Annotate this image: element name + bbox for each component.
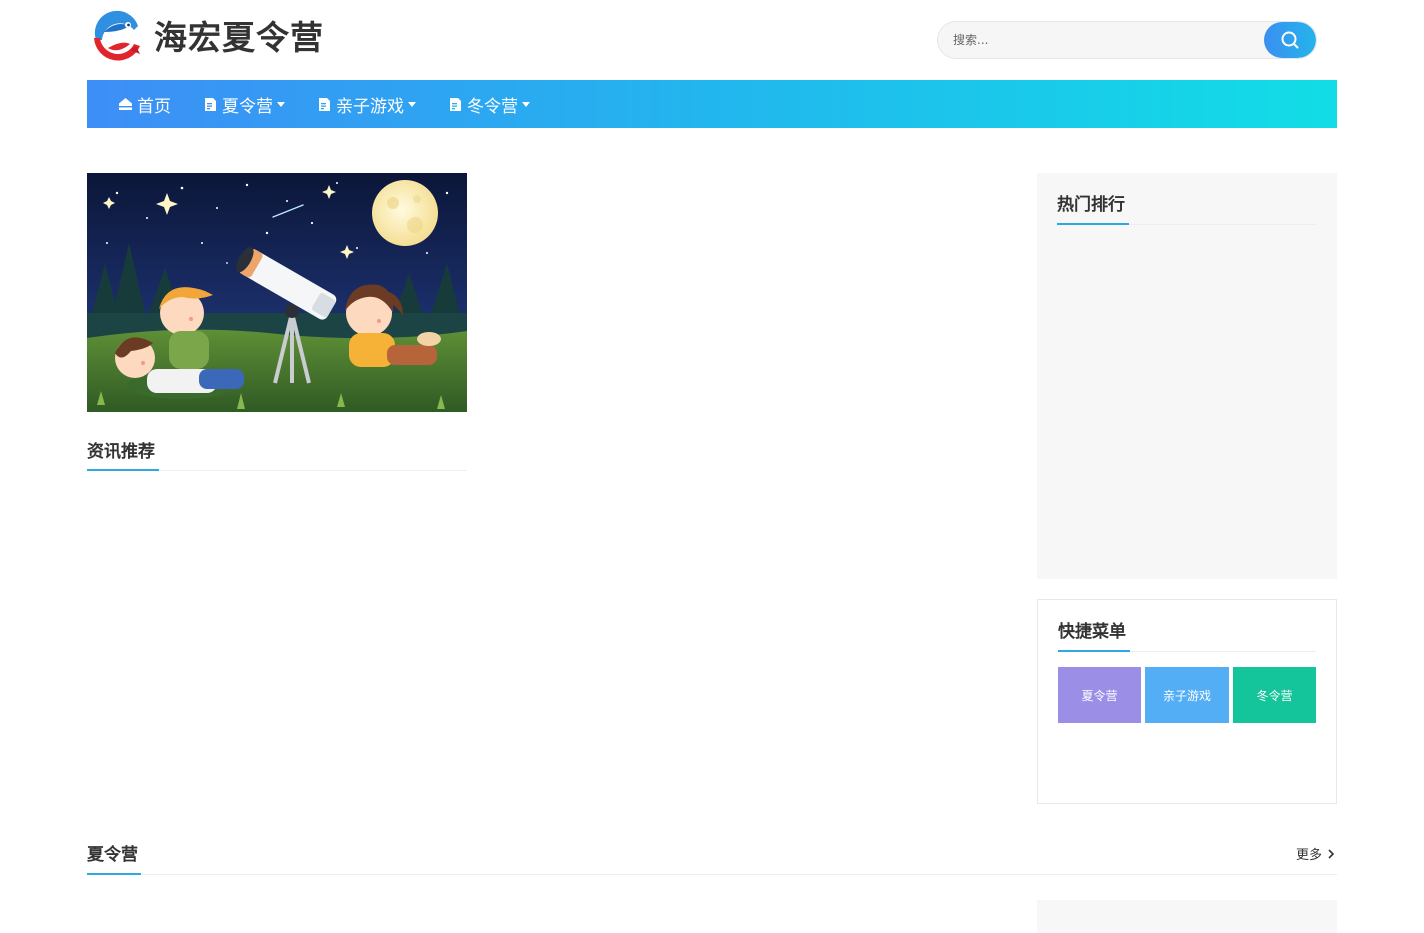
chevron-right-icon — [1328, 848, 1335, 859]
document-icon — [319, 97, 330, 111]
nav-item-family-games[interactable]: 亲子游戏 — [317, 80, 416, 128]
nav-item-summer-camp[interactable]: 夏令营 — [203, 80, 285, 128]
quick-menu-summer-camp[interactable]: 夏令营 — [1058, 667, 1141, 723]
nav-item-home[interactable]: 首页 — [118, 80, 171, 128]
document-icon — [205, 97, 216, 111]
site-logo[interactable]: 海宏夏令营 — [90, 10, 324, 66]
hot-ranking-panel: 热门排行 — [1037, 173, 1337, 579]
caret-down-icon — [408, 101, 416, 107]
nav-item-label: 夏令营 — [222, 96, 273, 117]
nav-item-label: 亲子游戏 — [336, 96, 404, 117]
main-nav: 首页 夏令营 亲子游戏 冬令营 — [87, 80, 1337, 128]
more-link-label: 更多 — [1296, 848, 1323, 863]
search-box — [937, 21, 1317, 59]
nav-item-winter-camp[interactable]: 冬令营 — [448, 80, 530, 128]
search-button[interactable] — [1264, 22, 1316, 58]
sidebar-panel — [1037, 900, 1337, 933]
search-icon — [1281, 31, 1299, 49]
quick-menu-panel: 快捷菜单 夏令营 亲子游戏 冬令营 — [1037, 599, 1337, 804]
night-sky-telescope-illustration — [87, 173, 467, 412]
quick-menu-title: 快捷菜单 — [1058, 622, 1126, 642]
nav-item-label: 冬令营 — [467, 96, 518, 117]
quick-menu-winter-camp[interactable]: 冬令营 — [1233, 667, 1316, 723]
site-name: 海宏夏令营 — [154, 18, 324, 57]
section-divider — [87, 874, 1337, 875]
nav-item-label: 首页 — [137, 96, 171, 117]
recommend-title: 资讯推荐 — [87, 442, 155, 462]
fish-logo-icon — [91, 10, 145, 65]
search-input[interactable] — [938, 22, 1266, 58]
hot-ranking-title: 热门排行 — [1057, 195, 1125, 215]
quick-menu-family-games[interactable]: 亲子游戏 — [1145, 667, 1229, 723]
caret-down-icon — [522, 101, 530, 107]
section-accent-bar — [1058, 650, 1130, 652]
document-icon — [450, 97, 461, 111]
category-title: 夏令营 — [87, 845, 138, 865]
caret-down-icon — [277, 101, 285, 107]
section-accent-bar — [1057, 223, 1129, 225]
home-icon — [119, 98, 132, 110]
section-accent-bar — [87, 469, 159, 471]
more-link[interactable]: 更多 — [1296, 844, 1336, 863]
featured-image[interactable] — [87, 173, 467, 412]
site-header: 海宏夏令营 — [0, 0, 1424, 80]
section-accent-bar — [87, 873, 141, 875]
